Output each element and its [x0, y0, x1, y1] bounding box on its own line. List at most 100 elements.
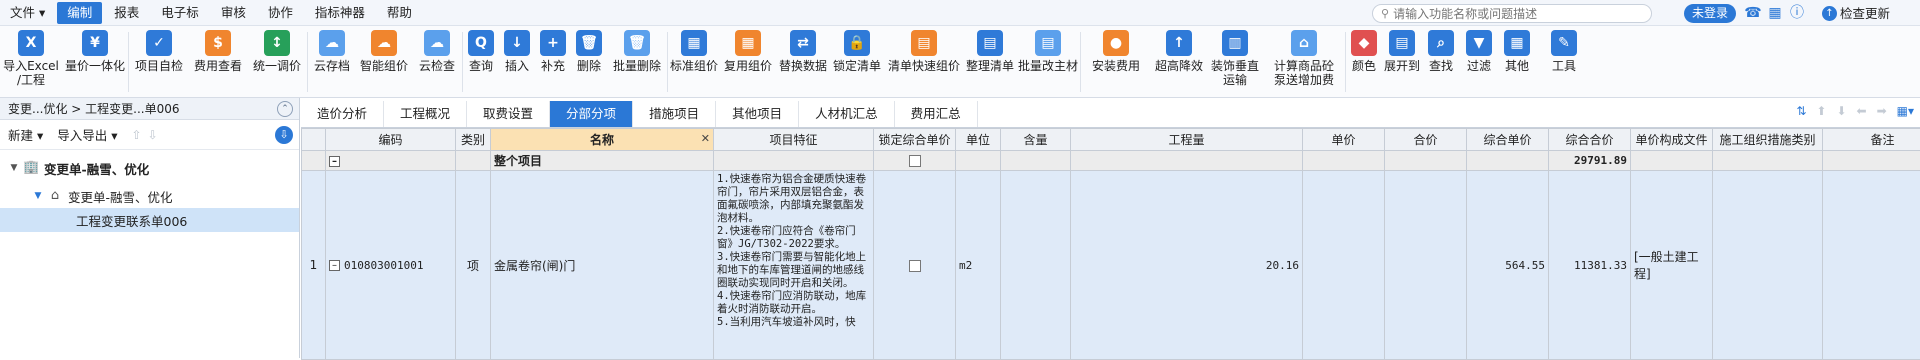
menu-index-tool[interactable]: 指标神器	[305, 2, 375, 24]
standard-pricing-button[interactable]: ▦标准组价	[668, 26, 720, 97]
menu-collaborate[interactable]: 协作	[258, 2, 303, 24]
tab-project-overview[interactable]: 工程概况	[384, 101, 467, 127]
col-content[interactable]: 含量	[1001, 129, 1071, 151]
cell-composite-unit-price[interactable]: 564.55	[1467, 171, 1549, 360]
move-down-icon[interactable]: ⇩	[148, 128, 158, 142]
other-button[interactable]: ▦其他	[1498, 26, 1536, 97]
smart-pricing-button[interactable]: ☁智能组价	[356, 26, 412, 97]
tab-cost-analysis[interactable]: 造价分析	[301, 101, 384, 127]
new-button[interactable]: 新建 ▾	[8, 125, 43, 144]
cost-view-button[interactable]: $费用查看	[189, 26, 247, 97]
col-composition-file[interactable]: 单价构成文件	[1631, 129, 1713, 151]
lock-checkbox[interactable]	[909, 155, 921, 167]
col-remark[interactable]: 备注	[1823, 129, 1920, 151]
col-composite-total[interactable]: 综合合价	[1549, 129, 1631, 151]
batch-material-button[interactable]: ▤批量改主材	[1016, 26, 1080, 97]
col-composite-unit-price[interactable]: 综合单价	[1467, 129, 1549, 151]
col-unit-price[interactable]: 单价	[1303, 129, 1385, 151]
tab-other-items[interactable]: 其他项目	[716, 101, 799, 127]
menu-help[interactable]: 帮助	[377, 2, 422, 24]
color-button[interactable]: ◆颜色	[1346, 26, 1382, 97]
cell-remark[interactable]	[1823, 171, 1920, 360]
query-button[interactable]: Q查询	[463, 26, 499, 97]
cell-composition[interactable]: [一般土建工程]	[1631, 171, 1713, 360]
organize-list-button[interactable]: ▤整理清单	[964, 26, 1016, 97]
col-category[interactable]: 类别	[456, 129, 491, 151]
find-button[interactable]: ⌕查找	[1422, 26, 1460, 97]
cloud-check-button[interactable]: ☁云检查	[412, 26, 462, 97]
lock-checkbox[interactable]	[909, 260, 921, 272]
cell-unit-price[interactable]	[1303, 171, 1385, 360]
adjust-price-button[interactable]: ↕统一调价	[247, 26, 307, 97]
cell-quantity[interactable]: 20.16	[1071, 171, 1303, 360]
cell-code[interactable]: –010803001001	[326, 171, 456, 360]
tools-button[interactable]: ✎工具	[1536, 26, 1592, 97]
tree-collapse-icon[interactable]: ▼	[32, 191, 44, 201]
cell-category[interactable]: 项	[456, 171, 491, 360]
tab-fee-settings[interactable]: 取费设置	[467, 101, 550, 127]
expand-to-button[interactable]: ▤展开到	[1382, 26, 1422, 97]
search-input[interactable]	[1393, 7, 1633, 21]
login-button[interactable]: 未登录	[1684, 4, 1736, 23]
import-export-button[interactable]: 导入导出 ▾	[57, 125, 117, 144]
cell-measure-category[interactable]	[1713, 171, 1823, 360]
price-integration-button[interactable]: ¥量价一体化	[62, 26, 128, 97]
supplement-button[interactable]: +补充	[535, 26, 571, 97]
arrow-right-icon[interactable]: ➡	[1877, 104, 1887, 118]
high-efficiency-button[interactable]: ↑超高降效	[1151, 26, 1207, 97]
menu-file[interactable]: 文件 ▾	[2, 2, 55, 24]
info-icon[interactable]: ⓘ	[1788, 4, 1806, 22]
arrow-left-icon[interactable]: ⬅	[1857, 104, 1867, 118]
cell-features[interactable]: 1.快速卷帘为铝合金硬质快速卷帘门，帘片采用双层铝合金，表面氟碳喷涂，内部填充聚…	[714, 171, 874, 360]
concrete-pump-button[interactable]: ⌂计算商品砼 泵送增加费	[1263, 26, 1345, 97]
delete-button[interactable]: 🗑删除	[571, 26, 607, 97]
reuse-pricing-button[interactable]: ▦复用组价	[720, 26, 776, 97]
arrow-down-icon[interactable]: ⬇	[1836, 104, 1846, 118]
col-unit[interactable]: 单位	[956, 129, 1001, 151]
tree-item-single[interactable]: ▼ ⌂ 变更单-融雪、优化	[0, 184, 299, 208]
close-icon[interactable]: ✕	[701, 132, 710, 145]
column-settings-icon[interactable]: ▦▾	[1897, 104, 1914, 118]
filter-button[interactable]: ▼过滤	[1460, 26, 1498, 97]
cell-unit[interactable]: m2	[956, 171, 1001, 360]
cloud-archive-button[interactable]: ☁云存档	[308, 26, 356, 97]
insert-button[interactable]: ↓插入	[499, 26, 535, 97]
menu-report[interactable]: 报表	[104, 2, 149, 24]
cell-name[interactable]: 金属卷帘(闸)门	[491, 171, 714, 360]
tab-cost-summary[interactable]: 费用汇总	[895, 101, 978, 127]
col-name[interactable]: 名称 ✕	[491, 129, 714, 151]
replace-data-button[interactable]: ⇄替换数据	[776, 26, 830, 97]
check-update-button[interactable]: ↑ 检查更新	[1822, 4, 1890, 23]
install-cost-button[interactable]: ●安装费用	[1081, 26, 1151, 97]
headset-icon[interactable]: ☎	[1744, 4, 1762, 22]
table-row[interactable]: 1 –010803001001 项 金属卷帘(闸)门 1.快速卷帘为铝合金硬质快…	[302, 171, 1920, 360]
batch-delete-button[interactable]: 🗑批量删除	[607, 26, 667, 97]
vertical-transport-button[interactable]: ▥装饰垂直 运输	[1207, 26, 1263, 97]
table-row-total[interactable]: – 整个项目 29791.89	[302, 151, 1920, 171]
tab-measures[interactable]: 措施项目	[633, 101, 716, 127]
tree-collapse-icon[interactable]: ▼	[8, 163, 20, 173]
cell-content[interactable]	[1001, 171, 1071, 360]
cell-name[interactable]: 整个项目	[491, 151, 714, 171]
tree-item-project[interactable]: ▼ 🏢 变更单-融雪、优化	[0, 156, 299, 180]
menu-e-bid[interactable]: 电子标	[151, 2, 209, 24]
lock-list-button[interactable]: 🔒锁定清单	[830, 26, 884, 97]
collapse-minus-icon[interactable]: –	[329, 156, 340, 167]
tab-labor-material-summary[interactable]: 人材机汇总	[799, 101, 895, 127]
col-quantity[interactable]: 工程量	[1071, 129, 1303, 151]
sort-icon[interactable]: ⇅	[1796, 104, 1806, 118]
download-icon[interactable]: ⇩	[275, 126, 293, 144]
col-lock-price[interactable]: 锁定综合单价	[874, 129, 956, 151]
quick-pricing-button[interactable]: ▤清单快速组价	[884, 26, 964, 97]
menu-edit[interactable]: 编制	[57, 2, 102, 24]
move-up-icon[interactable]: ⇧	[132, 128, 142, 142]
col-features[interactable]: 项目特征	[714, 129, 874, 151]
arrow-up-icon[interactable]: ⬆	[1816, 104, 1826, 118]
collapse-up-icon[interactable]: ⌃	[277, 101, 293, 117]
col-total-price[interactable]: 合价	[1385, 129, 1467, 151]
search-box[interactable]: ⚲	[1372, 4, 1652, 23]
grid-menu-icon[interactable]: ▦	[1766, 4, 1784, 22]
project-check-button[interactable]: ✓项目自检	[129, 26, 189, 97]
cell-total-price[interactable]	[1385, 171, 1467, 360]
excel-import-button[interactable]: X导入Excel /工程	[0, 26, 62, 97]
